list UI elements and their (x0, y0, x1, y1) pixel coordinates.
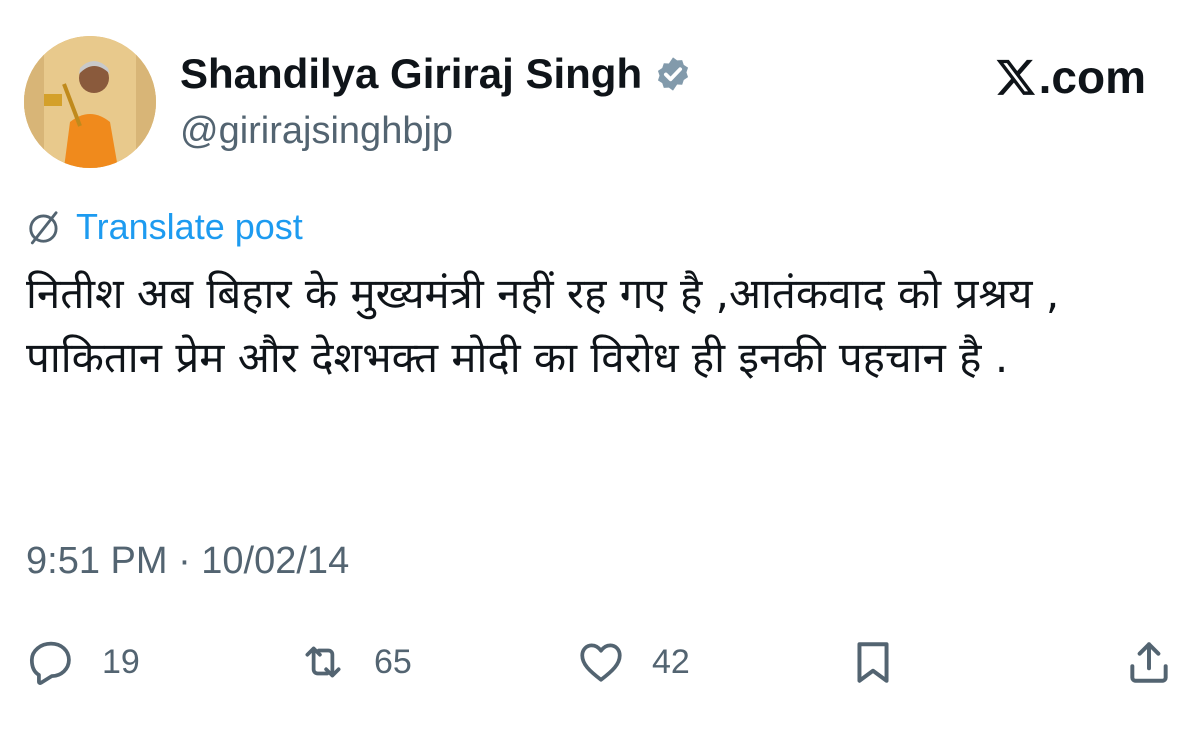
repost-icon (305, 646, 341, 678)
heart-icon (580, 643, 622, 682)
bookmark-icon (857, 642, 889, 683)
like-count: 42 (652, 642, 690, 681)
reply-count: 19 (102, 642, 140, 681)
reply-icon (29, 641, 71, 685)
translate-label[interactable]: Translate post (76, 206, 303, 248)
post-text: नितीश अब बिहार के मुख्यमंत्री नहीं रह गए… (26, 269, 1060, 382)
action-bar: 19 65 42 (0, 630, 1200, 700)
translate-globe-icon (29, 211, 58, 245)
repost-button[interactable]: 65 (298, 630, 412, 694)
share-button[interactable] (1124, 630, 1174, 694)
avatar-photo (24, 36, 156, 168)
like-button[interactable]: 42 (576, 630, 690, 694)
reply-button[interactable]: 19 (26, 630, 140, 694)
x-logo-icon (996, 59, 1035, 95)
author-handle[interactable]: @girirajsinghbjp (180, 110, 453, 153)
author-display-name[interactable]: Shandilya Giriraj Singh (180, 50, 642, 98)
repost-count: 65 (374, 642, 412, 681)
post-timestamp[interactable]: 9:51 PM · 10/02/14 (26, 540, 349, 583)
avatar[interactable] (24, 36, 156, 168)
author-name-row[interactable]: Shandilya Giriraj Singh (180, 50, 692, 98)
share-icon (1130, 642, 1168, 683)
brand-domain: .com (1038, 51, 1146, 103)
bookmark-button[interactable] (848, 630, 898, 694)
brand-logo: .com (995, 50, 1146, 104)
verified-badge-icon (658, 57, 689, 91)
translate-post-link[interactable]: Translate post (26, 206, 303, 248)
